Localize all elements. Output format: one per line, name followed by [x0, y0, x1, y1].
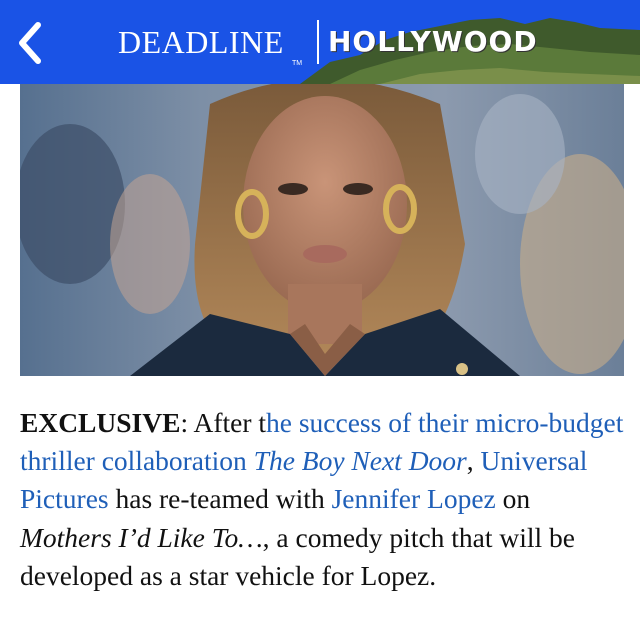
article-photo-image [20, 84, 624, 376]
article-text: on [495, 483, 531, 515]
exclusive-label: EXCLUSIVE [20, 407, 181, 438]
logo-trademark: TM [292, 60, 303, 67]
hollywood-hills-graphic [300, 18, 640, 84]
article-body: EXCLUSIVE: After the success of their mi… [20, 404, 624, 595]
link-jennifer-lopez[interactable]: Jennifer Lopez [332, 483, 496, 514]
logo-deadline: DEADLINE [118, 24, 284, 60]
movie-title: Mothers I’d Like To… [20, 521, 263, 553]
logo-hollywood: HOLLYWOOD [328, 25, 538, 58]
app-header: DEADLINE HOLLYWOOD TM [0, 0, 640, 84]
back-button[interactable] [8, 18, 52, 68]
link-movie-title[interactable]: The Boy Next Door [254, 445, 467, 476]
article-photo [20, 84, 624, 376]
chevron-left-icon [19, 22, 41, 64]
logo-divider [317, 20, 319, 64]
article-text: , [466, 445, 481, 477]
article-text: : After t [180, 407, 267, 438]
article-text: has re-teamed with [108, 483, 332, 515]
